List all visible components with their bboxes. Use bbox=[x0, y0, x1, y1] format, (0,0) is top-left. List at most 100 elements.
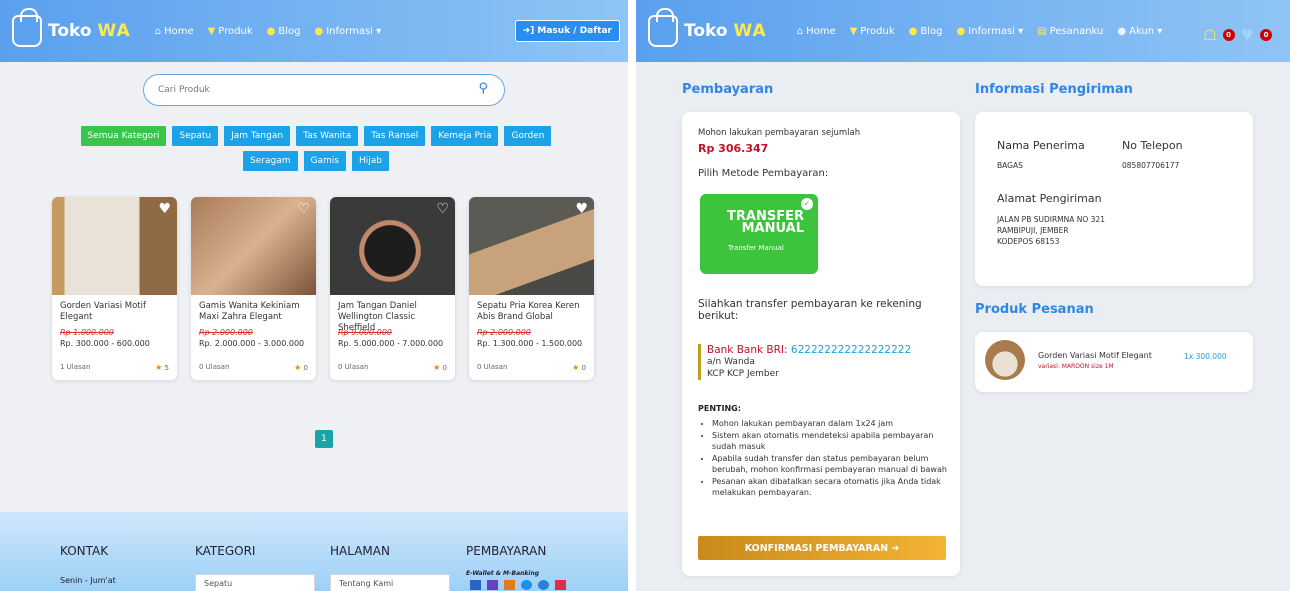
bank-info: Bank Bank BRI: 622222222222222222 a/n Wa… bbox=[698, 344, 911, 380]
method-prompt: Pilih Metode Pembayaran: bbox=[698, 168, 829, 179]
product-image[interactable]: ♡ bbox=[191, 197, 316, 295]
nav-item-informasi[interactable]: ● Informasi ▾ bbox=[314, 26, 381, 37]
payment-heading: Pembayaran bbox=[682, 82, 774, 97]
recipient-label: Nama Penerima bbox=[997, 139, 1085, 152]
home-icon: ⌂ bbox=[796, 25, 804, 37]
note-item: Pesanan akan dibatalkan secara otomatis … bbox=[712, 476, 948, 498]
nav-item-informasi[interactable]: ● Informasi ▾ bbox=[956, 26, 1023, 37]
product-name: Gorden Variasi Motif Elegant bbox=[60, 301, 146, 322]
transfer-prompt: Silahkan transfer pembayaran ke rekening… bbox=[698, 298, 922, 322]
product-card[interactable]: ♡ Gamis Wanita Kekiniam Maxi Zahra Elega… bbox=[191, 197, 316, 380]
product-name: Gamis Wanita Kekiniam Maxi Zahra Elegant bbox=[199, 301, 300, 322]
product-old-price: Rp 1.000.000 bbox=[60, 328, 114, 337]
order-item-image[interactable] bbox=[985, 340, 1025, 380]
confirm-payment-button[interactable]: KONFIRMASI PEMBAYARAN ➔ bbox=[698, 536, 946, 560]
phone-value: 085807706177 bbox=[1122, 161, 1180, 170]
star-icon: ★ bbox=[572, 363, 580, 372]
payment-amount: Rp 306.347 bbox=[698, 142, 769, 155]
search-input[interactable]: Cari Produk ⚲ bbox=[143, 74, 505, 106]
payment-screen: Toko WA ⌂ Home ▼ Produk ● Blog ● Informasi ▾… bbox=[636, 0, 1290, 591]
nav-item-blog[interactable]: ● Blog bbox=[267, 26, 301, 37]
nav-item-pesananku[interactable]: ▤ Pesananku bbox=[1037, 26, 1103, 37]
product-card[interactable]: ♥ Sepatu Pria Korea Keren Abis Brand Glo… bbox=[469, 197, 594, 380]
nav-item-home[interactable]: ⌂ Home bbox=[797, 26, 836, 37]
heart-icon[interactable]: ♥ bbox=[575, 201, 588, 217]
brand-logo[interactable]: Toko WA bbox=[648, 8, 767, 47]
footer-halaman-link[interactable]: Tentang Kami bbox=[330, 574, 450, 591]
category-all[interactable]: Semua Kategori bbox=[80, 126, 167, 146]
category-hijab[interactable]: Hijab bbox=[351, 151, 389, 171]
method-caption: Transfer Manual bbox=[728, 244, 784, 252]
product-old-price: Rp 2.000.000 bbox=[199, 328, 253, 337]
cart-icon: ▼ bbox=[849, 25, 858, 37]
product-price: Rp. 1.300.000 - 1.500.000 bbox=[477, 339, 583, 348]
rating-value: 0 bbox=[303, 364, 308, 372]
category-gamis[interactable]: Gamis bbox=[303, 151, 346, 171]
review-count: 0 Ulasan bbox=[338, 363, 369, 371]
rating-value: 5 bbox=[164, 364, 169, 372]
address-line: RAMBIPUJI, JEMBER bbox=[997, 226, 1069, 235]
search-icon[interactable]: ⚲ bbox=[478, 81, 488, 96]
navbar: Toko WA ⌂ Home ▼ Produk ● Blog ● Informasi ▾… bbox=[636, 0, 1290, 62]
category-gorden[interactable]: Gorden bbox=[504, 126, 552, 146]
nav-item-produk[interactable]: ▼ Produk bbox=[850, 26, 895, 37]
rating-value: 0 bbox=[442, 364, 447, 372]
category-seragam[interactable]: Seragam bbox=[243, 151, 298, 171]
orders-icon: ▤ bbox=[1037, 25, 1047, 37]
order-item-qty-price: 1x 300.000 bbox=[1184, 352, 1227, 361]
product-price: Rp. 5.000.000 - 7.000.000 bbox=[338, 339, 444, 348]
wallet-logo-icon bbox=[521, 580, 532, 590]
footer-ewallet-label: E-Wallet & M-Banking bbox=[466, 570, 540, 577]
bank-logo-icon bbox=[470, 580, 481, 590]
pagination-page-1[interactable]: 1 bbox=[315, 430, 333, 448]
shipping-card: Nama Penerima BAGAS No Telepon 085807706… bbox=[975, 112, 1253, 286]
product-image[interactable]: ♥ bbox=[469, 197, 594, 295]
login-button[interactable]: ➜] Masuk / Daftar bbox=[514, 20, 620, 42]
brand-suffix: WA bbox=[733, 21, 767, 41]
bank-account: 622222222222222222 bbox=[790, 344, 912, 356]
star-icon: ★ bbox=[155, 363, 163, 372]
product-name: Sepatu Pria Korea Keren Abis Brand Globa… bbox=[477, 301, 580, 322]
brand-suffix: WA bbox=[97, 21, 131, 41]
payment-prompt: Mohon lakukan pembayaran sejumlah bbox=[698, 128, 861, 138]
brand-logo[interactable]: Toko WA bbox=[12, 8, 131, 47]
method-title: TRANSFER MANUAL bbox=[727, 209, 804, 236]
category-tas-wanita[interactable]: Tas Wanita bbox=[296, 126, 359, 146]
bank-branch: KCP KCP Jember bbox=[707, 369, 779, 379]
wallet-logo-icon bbox=[504, 580, 515, 590]
account-icon: ● bbox=[1117, 25, 1127, 37]
product-card[interactable]: ♡ Jam Tangan Daniel Wellington Classic S… bbox=[330, 197, 455, 380]
home-icon: ⌂ bbox=[154, 25, 162, 37]
footer-kategori-link[interactable]: Sepatu bbox=[195, 574, 315, 591]
category-kemeja-pria[interactable]: Kemeja Pria bbox=[431, 126, 499, 146]
blog-icon: ● bbox=[266, 25, 276, 37]
product-card[interactable]: ♥ Gorden Variasi Motif Elegant Rp 1.000.… bbox=[52, 197, 177, 380]
nav-menu: ⌂ Home ▼ Produk ● Blog ● Informasi ▾ bbox=[155, 26, 381, 37]
heart-icon[interactable]: ♥ bbox=[1241, 26, 1254, 44]
heart-icon[interactable]: ♡ bbox=[297, 201, 310, 217]
nav-item-home[interactable]: ⌂ Home bbox=[155, 26, 194, 37]
wallet-logo-icon bbox=[538, 580, 549, 590]
nav-item-produk[interactable]: ▼ Produk bbox=[208, 26, 253, 37]
category-tas-ransel[interactable]: Tas Ransel bbox=[364, 126, 426, 146]
review-count: 0 Ulasan bbox=[477, 363, 508, 371]
category-sepatu[interactable]: Sepatu bbox=[172, 126, 219, 146]
cart-icon: ▼ bbox=[207, 25, 216, 37]
order-heading: Produk Pesanan bbox=[975, 302, 1094, 317]
blog-icon: ● bbox=[908, 25, 918, 37]
navbar: Toko WA ⌂ Home ▼ Produk ● Blog ● Informasi ▾… bbox=[0, 0, 628, 62]
product-image[interactable]: ♥ bbox=[52, 197, 177, 295]
note-item: Apabila sudah transfer dan status pembay… bbox=[712, 453, 948, 475]
payment-method-transfer-manual[interactable]: ✓ TRANSFER MANUAL Transfer Manual bbox=[700, 194, 818, 274]
category-jam-tangan[interactable]: Jam Tangan bbox=[224, 126, 291, 146]
heart-icon[interactable]: ♥ bbox=[158, 201, 171, 217]
nav-item-blog[interactable]: ● Blog bbox=[909, 26, 943, 37]
product-listing-screen: Toko WA ⌂ Home ▼ Produk ● Blog ● Informasi ▾… bbox=[0, 0, 628, 591]
nav-menu: ⌂ Home ▼ Produk ● Blog ● Informasi ▾ ▤ Pesana… bbox=[797, 26, 1163, 37]
basket-icon[interactable]: ☖ bbox=[1203, 26, 1216, 44]
bank-owner: a/n Wanda bbox=[707, 357, 755, 367]
product-image[interactable]: ♡ bbox=[330, 197, 455, 295]
heart-icon[interactable]: ♡ bbox=[436, 201, 449, 217]
footer-pembayaran-heading: PEMBAYARAN bbox=[466, 544, 547, 558]
nav-item-akun[interactable]: ● Akun ▾ bbox=[1117, 26, 1162, 37]
